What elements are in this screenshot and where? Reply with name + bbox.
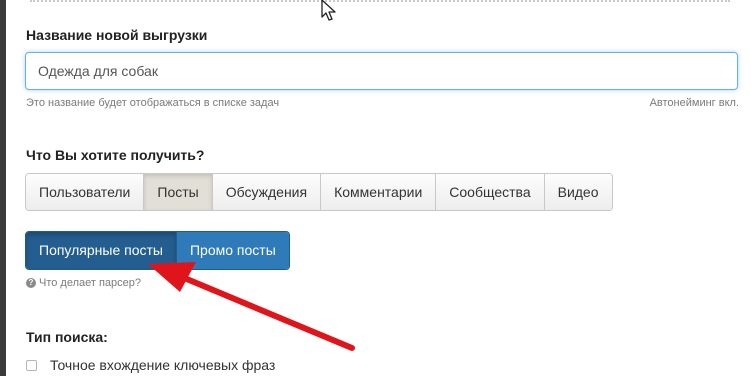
question-circle-icon: ? bbox=[26, 278, 36, 288]
exact-match-checkbox[interactable] bbox=[26, 359, 37, 371]
tab-comments[interactable]: Комментарии bbox=[321, 174, 437, 210]
parser-help-link[interactable]: ? Что делает парсер? bbox=[26, 277, 141, 289]
section-divider bbox=[30, 0, 730, 2]
data-type-tabs: Пользователи Посты Обсуждения Комментари… bbox=[25, 173, 613, 211]
promo-posts-button[interactable]: Промо посты bbox=[175, 232, 289, 269]
window-edge bbox=[0, 0, 6, 376]
exact-match-option[interactable]: Точное вхождение ключевых фраз bbox=[26, 357, 275, 373]
parser-help-text: Что делает парсер? bbox=[39, 277, 142, 289]
popular-posts-button[interactable]: Популярные посты bbox=[26, 232, 176, 269]
tab-discussions[interactable]: Обсуждения bbox=[212, 174, 322, 210]
name-hint: Это название будет отображаться в списке… bbox=[26, 97, 280, 109]
name-field-label: Название новой выгрузки bbox=[26, 27, 208, 43]
upload-name-input[interactable] bbox=[25, 52, 738, 90]
what-to-get-label: Что Вы хотите получить? bbox=[26, 147, 205, 163]
tab-communities[interactable]: Сообщества bbox=[436, 174, 545, 210]
tab-posts[interactable]: Посты bbox=[144, 174, 213, 210]
exact-match-label: Точное вхождение ключевых фраз bbox=[50, 357, 276, 373]
mouse-cursor-icon bbox=[321, 0, 336, 21]
autonaming-status[interactable]: Автонейминг вкл. bbox=[650, 97, 739, 109]
post-type-buttons: Популярные посты Промо посты bbox=[25, 231, 290, 270]
search-type-label: Тип поиска: bbox=[26, 329, 108, 345]
tab-video[interactable]: Видео bbox=[544, 174, 612, 210]
tab-users[interactable]: Пользователи bbox=[26, 174, 145, 210]
